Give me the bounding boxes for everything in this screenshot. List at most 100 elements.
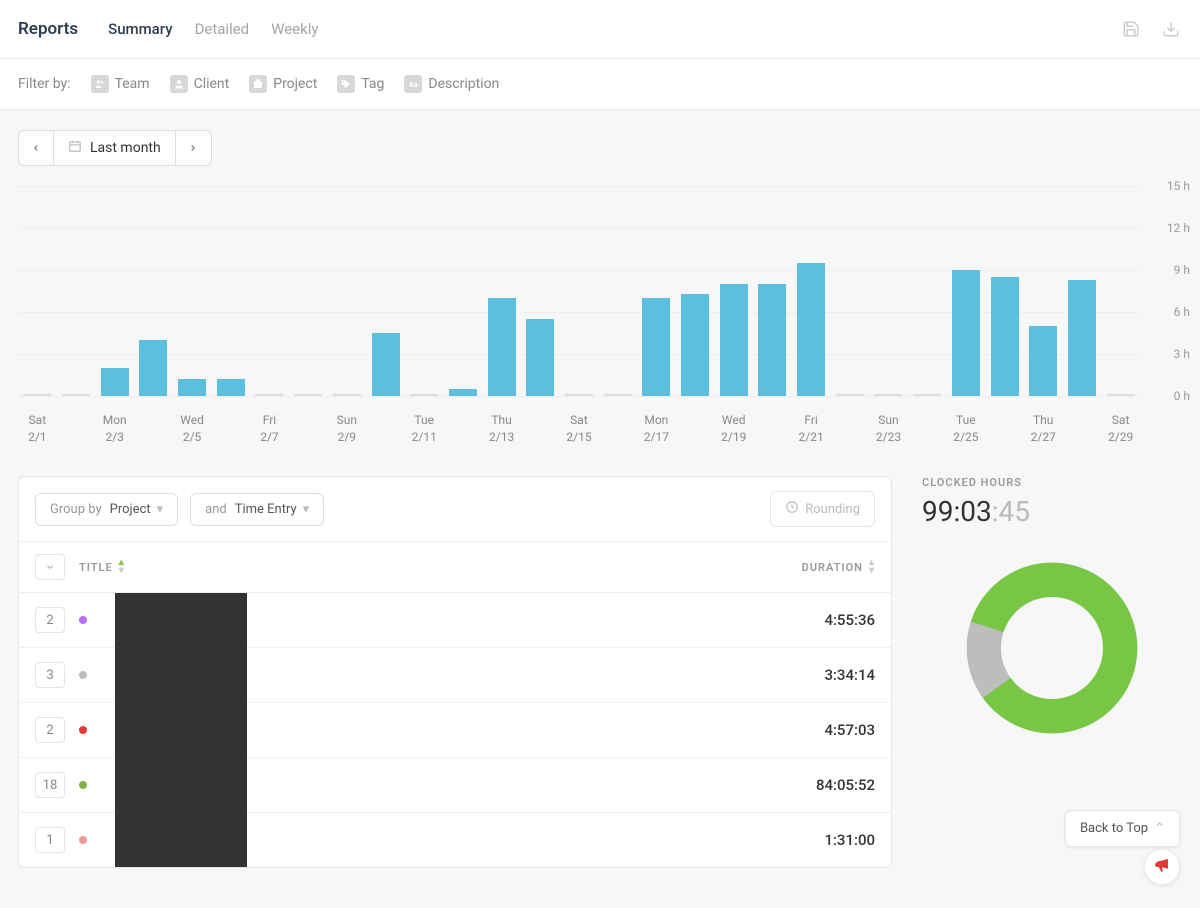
x-axis-label: Mon2/3 bbox=[95, 412, 134, 446]
date-prev-button[interactable] bbox=[18, 130, 54, 166]
filter-tag[interactable]: Tag bbox=[337, 75, 384, 93]
bar[interactable] bbox=[681, 294, 709, 396]
bar-slot bbox=[869, 186, 908, 396]
download-icon[interactable] bbox=[1160, 18, 1182, 40]
bar[interactable] bbox=[294, 394, 322, 396]
save-icon[interactable] bbox=[1120, 18, 1142, 40]
x-axis-label: Sat2/29 bbox=[1101, 412, 1140, 446]
date-range-picker: Last month bbox=[18, 130, 1182, 166]
calendar-icon bbox=[68, 139, 82, 157]
bar[interactable] bbox=[642, 298, 670, 396]
title-column-header[interactable]: Title ▴▾ bbox=[79, 559, 725, 575]
project-color-dot bbox=[79, 836, 87, 844]
date-range-button[interactable]: Last month bbox=[54, 130, 176, 166]
x-axis-label: Thu2/13 bbox=[482, 412, 521, 446]
megaphone-icon bbox=[1153, 856, 1171, 878]
bar[interactable] bbox=[913, 394, 941, 396]
row-duration: 4:55:36 bbox=[725, 611, 875, 629]
x-axis-label: Sat2/1 bbox=[18, 412, 57, 446]
bar-slot bbox=[366, 186, 405, 396]
filter-team[interactable]: Team bbox=[91, 75, 150, 93]
chevron-down-icon: ▾ bbox=[303, 502, 310, 517]
tab-summary[interactable]: Summary bbox=[108, 20, 172, 38]
row-count-badge[interactable]: 2 bbox=[35, 717, 65, 743]
bar[interactable] bbox=[410, 394, 438, 396]
bar-slot bbox=[792, 186, 831, 396]
expand-all-toggle[interactable] bbox=[35, 554, 65, 580]
bar[interactable] bbox=[565, 394, 593, 396]
bar[interactable] bbox=[101, 368, 129, 396]
sort-icon: ▴▾ bbox=[119, 559, 125, 575]
bar[interactable] bbox=[526, 319, 554, 396]
row-count-badge[interactable]: 2 bbox=[35, 607, 65, 633]
page-title: Reports bbox=[18, 19, 78, 39]
bar[interactable] bbox=[1029, 326, 1057, 396]
bar-slot bbox=[714, 186, 753, 396]
group-by-dropdown[interactable]: Group by Project ▾ bbox=[35, 493, 178, 526]
bar-slot bbox=[830, 186, 869, 396]
bar[interactable] bbox=[758, 284, 786, 396]
bar[interactable] bbox=[488, 298, 516, 396]
bar[interactable] bbox=[952, 270, 980, 396]
tab-detailed[interactable]: Detailed bbox=[195, 20, 250, 38]
row-count-badge[interactable]: 18 bbox=[35, 772, 65, 798]
redacted-area bbox=[115, 593, 247, 867]
bar[interactable] bbox=[217, 379, 245, 396]
bar-slot bbox=[947, 186, 986, 396]
y-axis-label: 9 h bbox=[1174, 263, 1190, 277]
bar[interactable] bbox=[1068, 280, 1096, 396]
top-header: Reports Summary Detailed Weekly bbox=[0, 0, 1200, 59]
row-duration: 4:57:03 bbox=[725, 721, 875, 739]
bar[interactable] bbox=[139, 340, 167, 396]
filter-client[interactable]: Client bbox=[170, 75, 230, 93]
bar[interactable] bbox=[255, 394, 283, 396]
clocked-hours-value: 99:03:45 bbox=[922, 495, 1182, 528]
bar[interactable] bbox=[178, 379, 206, 396]
bar[interactable] bbox=[836, 394, 864, 396]
duration-column-header[interactable]: Duration ▴▾ bbox=[725, 559, 875, 575]
svg-text:Aa: Aa bbox=[409, 81, 418, 89]
bar[interactable] bbox=[720, 284, 748, 396]
bar[interactable] bbox=[23, 394, 51, 396]
bar[interactable] bbox=[372, 333, 400, 396]
feedback-fab[interactable] bbox=[1144, 849, 1180, 885]
hours-bar-chart: Sat2/12/2Mon2/32/4Wed2/52/6Fri2/72/8Sun2… bbox=[0, 186, 1200, 446]
filter-description[interactable]: Aa Description bbox=[404, 75, 499, 93]
bar[interactable] bbox=[604, 394, 632, 396]
date-next-button[interactable] bbox=[176, 130, 212, 166]
bar[interactable] bbox=[874, 394, 902, 396]
and-dropdown[interactable]: and Time Entry ▾ bbox=[190, 493, 324, 526]
table-header: Title ▴▾ Duration ▴▾ bbox=[19, 541, 891, 593]
filter-project[interactable]: Project bbox=[249, 75, 317, 93]
bar-slot bbox=[1101, 186, 1140, 396]
bar-slot bbox=[289, 186, 328, 396]
bar-slot bbox=[57, 186, 96, 396]
project-color-dot bbox=[79, 616, 87, 624]
row-count-badge[interactable]: 1 bbox=[35, 827, 65, 853]
bar-slot bbox=[405, 186, 444, 396]
row-duration: 3:34:14 bbox=[725, 666, 875, 684]
row-duration: 1:31:00 bbox=[725, 831, 875, 849]
bar-slot bbox=[444, 186, 483, 396]
bar-slot bbox=[1024, 186, 1063, 396]
top-actions bbox=[1120, 18, 1182, 40]
y-axis-label: 12 h bbox=[1167, 221, 1190, 235]
bar[interactable] bbox=[991, 277, 1019, 396]
bar[interactable] bbox=[62, 394, 90, 396]
rounding-button[interactable]: Rounding bbox=[770, 491, 875, 527]
bar[interactable] bbox=[1107, 394, 1135, 396]
grid-line bbox=[18, 396, 1140, 397]
x-axis-label: Tue2/25 bbox=[947, 412, 986, 446]
row-count-badge[interactable]: 3 bbox=[35, 662, 65, 688]
tab-weekly[interactable]: Weekly bbox=[271, 20, 318, 38]
filter-label: Filter by: bbox=[18, 76, 71, 92]
x-axis-label: Mon2/17 bbox=[637, 412, 676, 446]
y-axis-label: 0 h bbox=[1174, 389, 1190, 403]
bar[interactable] bbox=[449, 389, 477, 396]
bar[interactable] bbox=[333, 394, 361, 396]
back-to-top-button[interactable]: Back to Top ⌃ bbox=[1065, 810, 1180, 847]
bar[interactable] bbox=[797, 263, 825, 396]
x-axis-label: Thu2/27 bbox=[1024, 412, 1063, 446]
main-area: Last month Sat2/12/2Mon2/32/4Wed2/52/6Fr… bbox=[0, 110, 1200, 908]
bar-slot bbox=[250, 186, 289, 396]
